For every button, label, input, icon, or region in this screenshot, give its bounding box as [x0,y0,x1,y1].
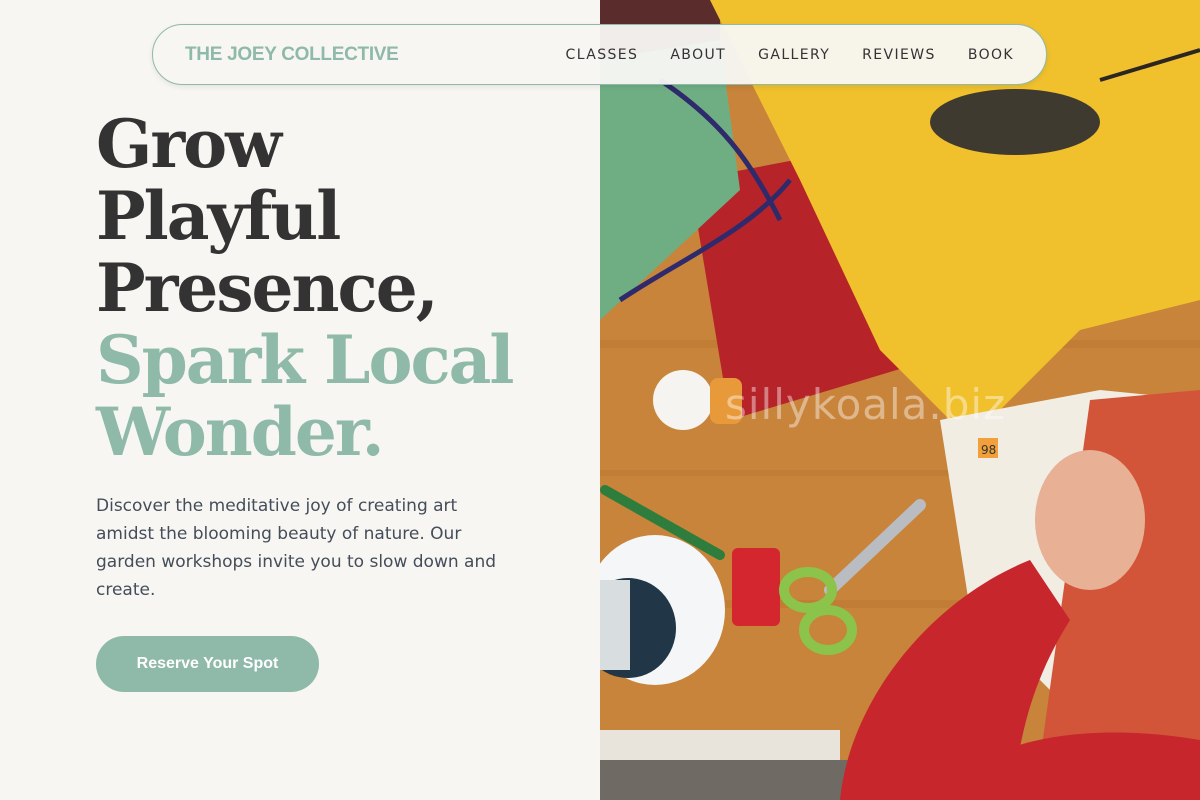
nav-link-book[interactable]: BOOK [968,47,1014,63]
watermark-text: sillykoala.biz [725,380,1007,429]
reserve-spot-button[interactable]: Reserve Your Spot [96,636,319,692]
nav-link-reviews[interactable]: REVIEWS [862,47,936,63]
headline-line-1: Grow [96,105,282,183]
headline-line-2: Playful [96,177,341,255]
top-navigation: THE JOEY COLLECTIVE CLASSES ABOUT GALLER… [152,24,1047,85]
headline-accent-line-1: Spark Local [96,321,515,399]
hero-headline: Grow Playful Presence, Spark Local Wonde… [96,105,515,471]
nav-link-about[interactable]: ABOUT [670,47,726,63]
hero-description: Discover the meditative joy of creating … [96,496,497,600]
booklet-page-number: 98 [981,443,996,457]
headline-accent-line-2: Wonder. [96,393,385,471]
nav-link-classes[interactable]: CLASSES [566,47,639,63]
brand-logo[interactable]: THE JOEY COLLECTIVE [185,44,399,66]
headline-line-3: Presence, [96,249,439,327]
hero-photo: 98 sillykoala.biz [600,0,1200,800]
nav-links: CLASSES ABOUT GALLERY REVIEWS BOOK [566,47,1014,63]
nav-link-gallery[interactable]: GALLERY [758,47,830,63]
